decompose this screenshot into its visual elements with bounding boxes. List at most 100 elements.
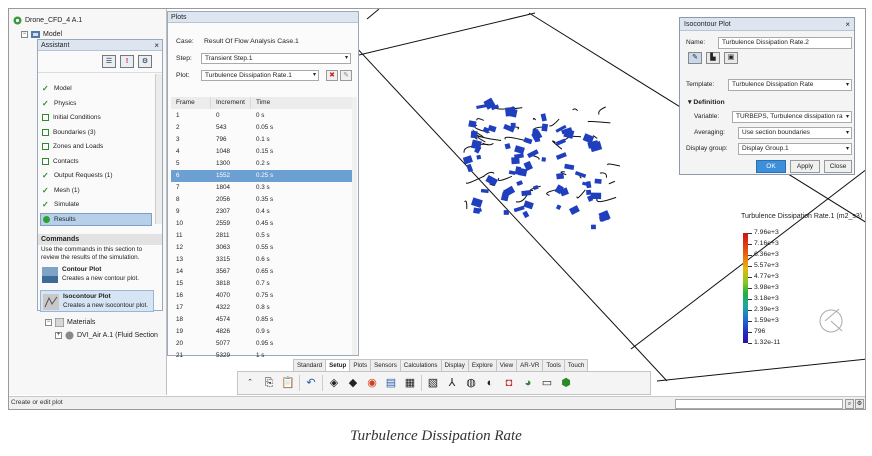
table-row[interactable]: 14 3567 0.65 s	[171, 266, 353, 278]
warning-icon[interactable]: !	[120, 55, 134, 68]
report-icon[interactable]: ▭	[539, 375, 555, 391]
table-row[interactable]: 4 1048 0.15 s	[171, 146, 353, 158]
table-row[interactable]: 7 1804 0.3 s	[171, 182, 353, 194]
ribbon-tab[interactable]: Explore	[467, 359, 497, 371]
step-item[interactable]: Initial Conditions	[40, 111, 152, 124]
assistant-scrollbar[interactable]	[155, 74, 162, 224]
step-item[interactable]: ✓ Mesh (1)	[40, 184, 152, 197]
step-item[interactable]: ✓ Physics	[40, 97, 152, 110]
tree-materials[interactable]: − Materials	[45, 317, 95, 328]
step-item[interactable]: Contacts	[40, 155, 152, 168]
ribbon-tab[interactable]: AR-VR	[516, 359, 544, 371]
plot-select[interactable]: Turbulence Dissipation Rate.1 ▾	[201, 70, 319, 81]
ribbon-tab[interactable]: View	[495, 359, 518, 371]
color-plot-icon[interactable]: ◉	[364, 375, 380, 391]
definition-section[interactable]: ▾ Definition	[688, 98, 725, 106]
table-row[interactable]: 20 5077 0.95 s	[171, 338, 353, 350]
averaging-select[interactable]: Use section boundaries ▾	[738, 127, 852, 139]
ribbon-tab[interactable]: Sensors	[370, 359, 401, 371]
tree-material-item[interactable]: + DVI_Air A.1 (Fluid Section	[55, 330, 158, 341]
expand-icon[interactable]: +	[55, 332, 62, 339]
close-button[interactable]: Close	[824, 160, 852, 173]
ribbon-tab[interactable]: Setup	[325, 359, 351, 371]
table-row[interactable]: 9 2307 0.4 s	[171, 206, 353, 218]
list-view-icon[interactable]: ☰	[102, 55, 116, 68]
part-icon[interactable]: ◆	[345, 375, 361, 391]
table-row[interactable]: 13 3315 0.6 s	[171, 254, 353, 266]
settings-icon[interactable]: ⚙	[855, 399, 864, 409]
template-select[interactable]: Turbulence Dissipation Rate ▾	[728, 79, 852, 91]
sensor-icon[interactable]: ◐	[482, 375, 498, 391]
collapse-icon[interactable]: −	[45, 319, 52, 326]
table-row[interactable]: 1 0 0 s	[171, 110, 353, 122]
ribbon-tab[interactable]: Display	[440, 359, 469, 371]
table-row[interactable]: 15 3818 0.7 s	[171, 278, 353, 290]
search-icon[interactable]: ⌕	[845, 399, 854, 409]
settings-icon[interactable]: ⚙	[138, 55, 152, 68]
paste-icon[interactable]: 📋	[280, 375, 296, 391]
copy-icon[interactable]: ⎘	[261, 375, 277, 391]
cube-icon[interactable]: ▧	[425, 375, 441, 391]
step-item[interactable]: Results	[40, 212, 152, 226]
remove-plot-icon[interactable]: ✖	[326, 70, 338, 81]
select-icon[interactable]: ◈	[326, 375, 342, 391]
ribbon-tab[interactable]: Tools	[542, 359, 565, 371]
table-row[interactable]: 2 543 0.05 s	[171, 122, 353, 134]
step-select[interactable]: Transient Step.1 ▾	[201, 53, 351, 64]
table-row[interactable]: 19 4826 0.9 s	[171, 326, 353, 338]
isocontour-plot-command[interactable]: Isocontour Plot Creates a new isocontour…	[40, 290, 154, 312]
axis-triad[interactable]	[819, 308, 843, 333]
collapse-icon[interactable]: −	[21, 31, 28, 38]
export-icon[interactable]: ⬢	[558, 375, 574, 391]
table-row[interactable]: 3 796 0.1 s	[171, 134, 353, 146]
name-field[interactable]: Turbulence Dissipation Rate.2	[718, 37, 852, 49]
table-row[interactable]: 6 1552 0.25 s	[171, 170, 353, 182]
ribbon-tab[interactable]: Calculations	[399, 359, 442, 371]
plots-scrollbar[interactable]	[352, 97, 357, 355]
mesh-icon[interactable]: ◍	[463, 375, 479, 391]
table-row[interactable]: 8 2056 0.35 s	[171, 194, 353, 206]
display-icon[interactable]: ▣	[724, 52, 738, 64]
checkbox-icon	[42, 143, 49, 150]
isocontour-blob	[500, 191, 510, 202]
axis-icon[interactable]: ⅄	[444, 375, 460, 391]
legend-tick	[748, 244, 752, 245]
check-icon: ✓	[42, 200, 49, 209]
chart-icon[interactable]: ▙	[706, 52, 720, 64]
table-icon[interactable]: ▦	[402, 375, 418, 391]
ok-button[interactable]: OK	[756, 160, 786, 173]
checkbox-icon	[42, 157, 49, 165]
table-row[interactable]: 5 1300 0.2 s	[171, 158, 353, 170]
monitor-icon[interactable]: ▤	[383, 375, 399, 391]
table-row[interactable]: 18 4574 0.85 s	[171, 314, 353, 326]
close-icon[interactable]: ×	[845, 18, 850, 31]
contour-plot-command[interactable]: Contour Plot Creates a new contour plot.	[40, 264, 154, 290]
table-row[interactable]: 11 2811 0.5 s	[171, 230, 353, 242]
ribbon-tab[interactable]: Plots	[349, 359, 372, 371]
step-item[interactable]: ✓ Model	[40, 82, 152, 95]
command-input[interactable]	[675, 399, 843, 409]
apply-button[interactable]: Apply	[790, 160, 820, 173]
tree-root[interactable]: Drone_CFD_4 A.1	[13, 15, 82, 26]
edit-plot-icon[interactable]: ✎	[340, 70, 352, 81]
step-item[interactable]: ✓ Output Requests (1)	[40, 169, 152, 182]
close-icon[interactable]: ×	[154, 40, 159, 51]
table-row[interactable]: 12 3063 0.55 s	[171, 242, 353, 254]
step-item[interactable]: Boundaries (3)	[40, 126, 152, 139]
ribbon-tab[interactable]: Standard	[293, 359, 327, 371]
step-item[interactable]: Zones and Loads	[40, 140, 152, 153]
variable-select[interactable]: TURBEPS, Turbulence dissipation ra ▾	[732, 111, 852, 123]
edit-icon[interactable]: ✎	[688, 52, 702, 64]
legend-tick	[748, 332, 752, 333]
chevron-icon[interactable]: ⌃	[242, 375, 258, 391]
result-icon[interactable]: ◘	[501, 375, 517, 391]
table-row[interactable]: 16 4070 0.75 s	[171, 290, 353, 302]
isocontour-blob	[510, 122, 516, 128]
display-group-select[interactable]: Display Group.1 ▾	[738, 143, 852, 155]
table-row[interactable]: 17 4322 0.8 s	[171, 302, 353, 314]
step-item[interactable]: ✓ Simulate	[40, 198, 152, 211]
table-row[interactable]: 10 2559 0.45 s	[171, 218, 353, 230]
ribbon-tab[interactable]: Touch	[563, 359, 589, 371]
animate-icon[interactable]: ◕	[520, 375, 536, 391]
undo-icon[interactable]: ↶	[303, 375, 319, 391]
